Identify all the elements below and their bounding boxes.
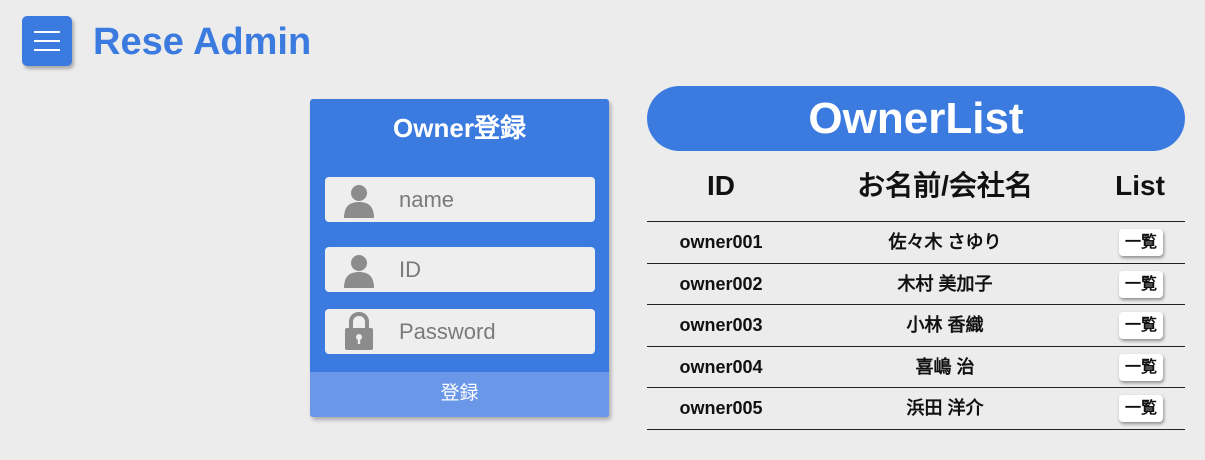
user-icon <box>344 185 374 218</box>
hamburger-menu-button[interactable] <box>22 16 72 66</box>
view-list-button[interactable]: 一覧 <box>1119 354 1163 381</box>
owner-name-cell: 佐々木 さゆり <box>888 232 1002 252</box>
register-button[interactable]: 登録 <box>310 372 609 417</box>
column-header-list: List <box>1115 170 1165 201</box>
owner-name-cell: 小林 香織 <box>906 315 984 335</box>
app-title: Rese Admin <box>93 21 312 63</box>
name-input[interactable] <box>389 177 585 222</box>
owner-id-cell: owner005 <box>679 398 763 418</box>
owner-registration-form: Owner登録 登録 <box>310 99 609 417</box>
password-field[interactable] <box>325 309 595 354</box>
table-row: owner003 小林 香織 一覧 <box>647 304 1185 346</box>
table-row: owner004 喜嶋 治 一覧 <box>647 346 1185 388</box>
id-input[interactable] <box>389 247 585 292</box>
id-field[interactable] <box>325 247 595 292</box>
owner-name-cell: 浜田 洋介 <box>906 398 984 418</box>
table-row: owner001 佐々木 さゆり 一覧 <box>647 221 1185 263</box>
user-icon <box>344 255 374 288</box>
view-list-button[interactable]: 一覧 <box>1119 229 1163 256</box>
column-header-name: お名前/会社名 <box>857 170 1033 201</box>
owner-name-cell: 喜嶋 治 <box>915 357 975 377</box>
password-input[interactable] <box>389 309 585 354</box>
padlock-icon <box>345 311 373 350</box>
app-header: Rese Admin <box>0 0 1205 84</box>
owner-id-cell: owner002 <box>679 274 763 294</box>
view-list-button[interactable]: 一覧 <box>1119 271 1163 298</box>
hamburger-menu-icon-bar <box>34 49 60 51</box>
owner-id-cell: owner004 <box>679 357 763 377</box>
registration-title: Owner登録 <box>393 113 526 143</box>
table-row: owner005 浜田 洋介 一覧 <box>647 387 1185 430</box>
owner-id-cell: owner003 <box>679 315 763 335</box>
table-row: owner002 木村 美加子 一覧 <box>647 263 1185 305</box>
column-header-id: ID <box>707 170 735 201</box>
view-list-button[interactable]: 一覧 <box>1119 395 1163 422</box>
owner-list-title: OwnerList <box>647 86 1185 151</box>
hamburger-menu-icon <box>34 31 60 33</box>
owner-name-cell: 木村 美加子 <box>897 274 993 294</box>
view-list-button[interactable]: 一覧 <box>1119 312 1163 339</box>
name-field[interactable] <box>325 177 595 222</box>
hamburger-menu-icon-bar <box>34 40 60 42</box>
owner-id-cell: owner001 <box>679 232 763 252</box>
